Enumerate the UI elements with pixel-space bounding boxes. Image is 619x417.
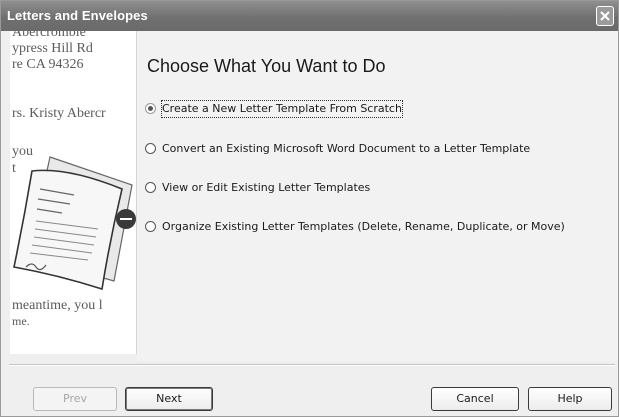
salutation-text: rs. Kristy Abercr: [12, 106, 106, 121]
page-title: Choose What You Want to Do: [147, 56, 386, 76]
option-label: Create a New Letter Template From Scratc…: [161, 100, 403, 118]
letters-envelopes-dialog: Letters and Envelopes Abercrombie ypress…: [0, 0, 619, 417]
title-bar: Letters and Envelopes: [1, 1, 618, 31]
address-line: ypress Hill Rd: [12, 41, 93, 56]
letter-illustration: Abercrombie ypress Hill Rd re CA 94326 r…: [10, 31, 137, 354]
letter-document-icon: [13, 156, 136, 291]
option-label: Organize Existing Letter Templates (Dele…: [162, 220, 565, 233]
close-icon: [600, 11, 610, 21]
cancel-button[interactable]: Cancel: [431, 387, 519, 411]
help-button[interactable]: Help: [528, 387, 612, 411]
radio-button[interactable]: [145, 143, 156, 154]
body-text: me.: [12, 314, 30, 328]
main-panel: Choose What You Want to Do Create a New …: [137, 31, 618, 361]
divider: [9, 364, 615, 366]
radio-button[interactable]: [145, 221, 156, 232]
radio-button[interactable]: [145, 103, 156, 114]
option-label: View or Edit Existing Letter Templates: [162, 181, 371, 194]
address-line: re CA 94326: [12, 57, 84, 72]
window-title: Letters and Envelopes: [7, 8, 148, 23]
body-text: meantime, you l: [12, 298, 103, 313]
radio-button[interactable]: [145, 182, 156, 193]
prev-button[interactable]: Prev: [33, 387, 117, 411]
next-button[interactable]: Next: [125, 387, 213, 411]
close-button[interactable]: [596, 6, 614, 26]
address-line: Abercrombie: [12, 31, 86, 40]
option-label: Convert an Existing Microsoft Word Docum…: [162, 142, 531, 155]
